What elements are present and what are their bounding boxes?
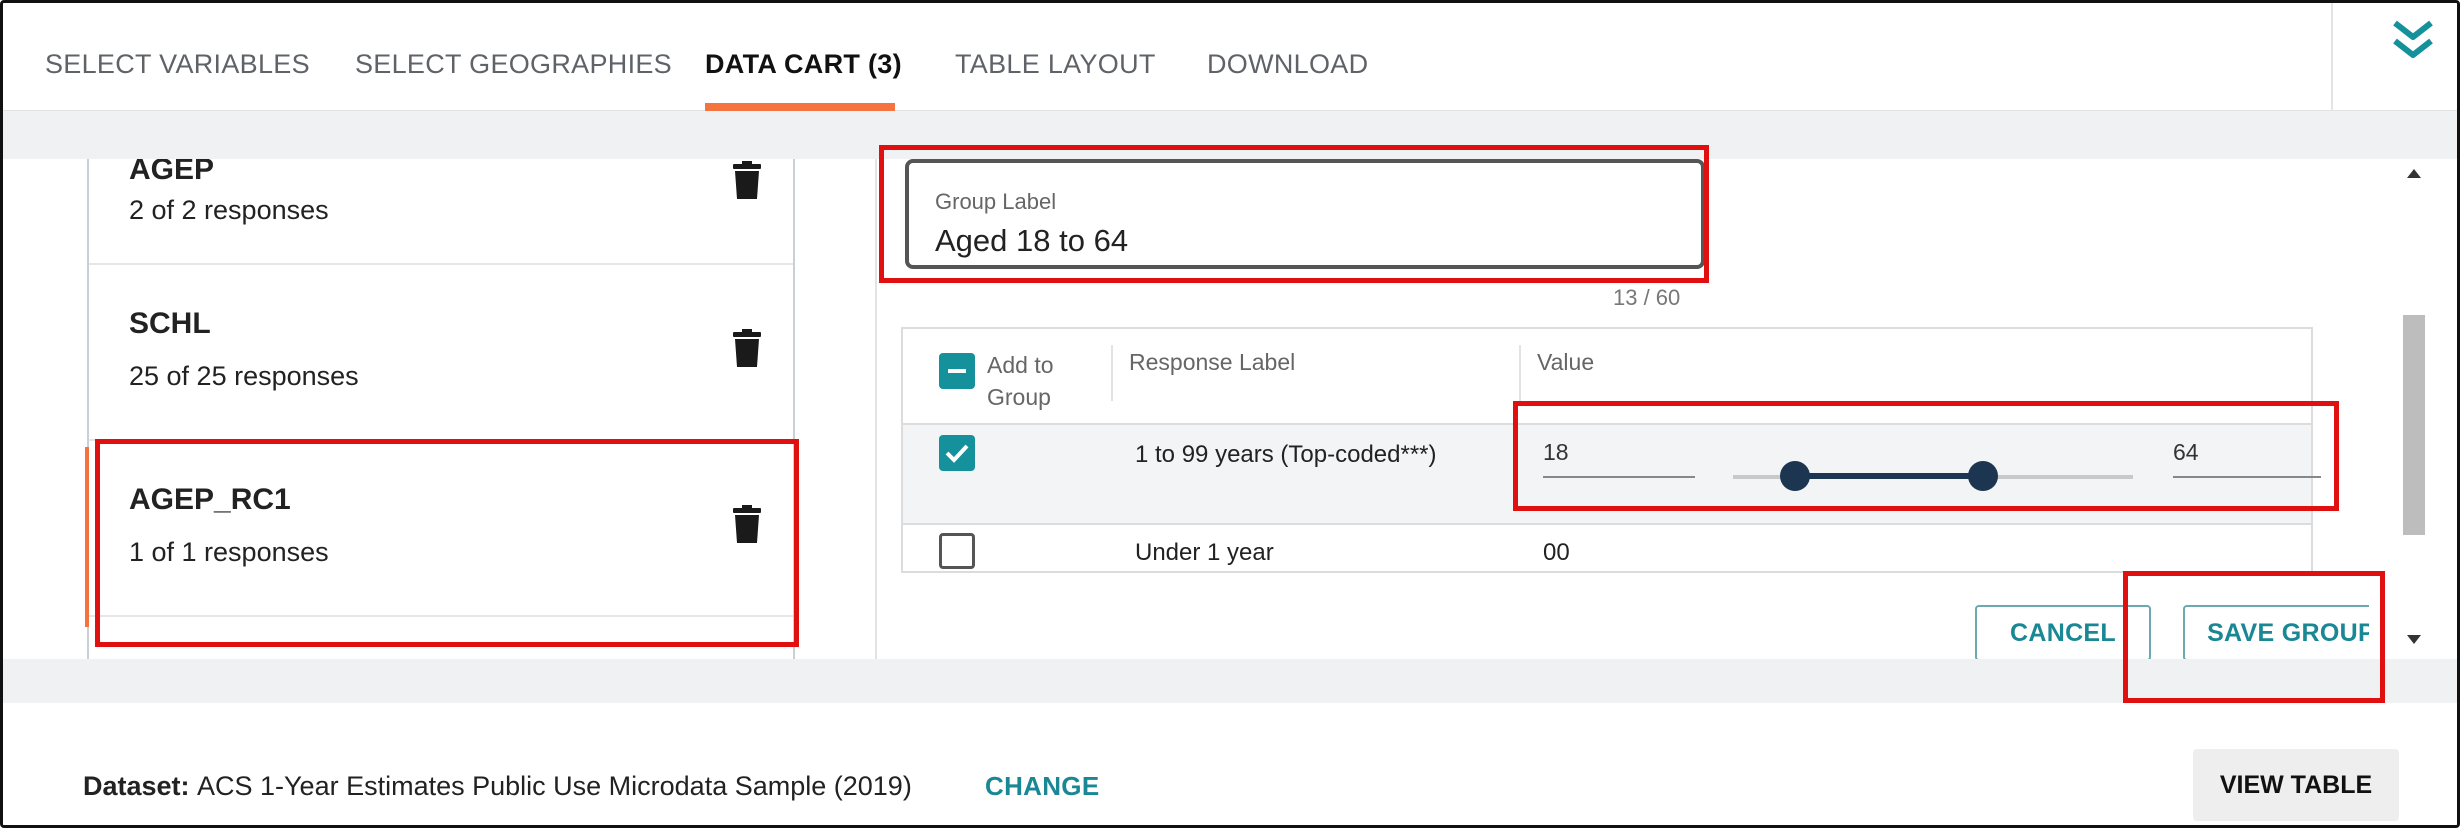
check-icon bbox=[945, 444, 969, 463]
cart-item-agep[interactable]: AGEP 2 of 2 responses bbox=[89, 159, 793, 265]
scroll-up-arrow-icon[interactable] bbox=[2407, 169, 2421, 178]
scrollbar[interactable] bbox=[2399, 159, 2429, 659]
response-label: Under 1 year bbox=[1135, 539, 1274, 566]
data-cart-panel: AGEP 2 of 2 responses SCHL 25 of 25 resp… bbox=[47, 159, 2369, 659]
double-chevron-down-icon[interactable] bbox=[2389, 19, 2437, 63]
range-slider-fill bbox=[1795, 473, 1983, 479]
response-count: 1 of 1 responses bbox=[129, 537, 329, 567]
dataset-label: Dataset: bbox=[83, 771, 190, 801]
tab-data-cart[interactable]: DATA CART (3) bbox=[705, 49, 902, 80]
column-header-response-label: Response Label bbox=[1129, 349, 1296, 375]
range-max-input[interactable]: 64 bbox=[2173, 439, 2321, 478]
variable-name: AGEP bbox=[129, 159, 215, 186]
column-header-add: Add to Group bbox=[987, 352, 1054, 410]
cart-variable-list: AGEP 2 of 2 responses SCHL 25 of 25 resp… bbox=[87, 159, 795, 659]
table-row: Under 1 year 00 bbox=[903, 527, 2311, 573]
response-label: 1 to 99 years (Top-coded***) bbox=[1135, 441, 1437, 468]
variable-name: AGEP_RC1 bbox=[129, 483, 291, 516]
column-header-value: Value bbox=[1537, 349, 1595, 375]
trash-icon[interactable] bbox=[733, 161, 761, 199]
column-separator bbox=[1519, 345, 1521, 401]
cart-item-agep-rc1[interactable]: AGEP_RC1 1 of 1 responses bbox=[89, 441, 793, 617]
tab-select-geographies[interactable]: SELECT GEOGRAPHIES bbox=[355, 49, 672, 80]
tab-download[interactable]: DOWNLOAD bbox=[1207, 49, 1368, 80]
app-window: SELECT VARIABLES SELECT GEOGRAPHIES DATA… bbox=[0, 0, 2460, 828]
group-label-input[interactable]: Aged 18 to 64 bbox=[935, 223, 1128, 259]
tab-table-layout[interactable]: TABLE LAYOUT bbox=[955, 49, 1156, 80]
range-slider-max-handle[interactable] bbox=[1968, 461, 1998, 491]
response-table: Add to Group Response Label Value 1 to 9… bbox=[901, 327, 2321, 573]
trash-icon[interactable] bbox=[733, 505, 761, 543]
group-label-field[interactable]: Group Label Aged 18 to 64 bbox=[905, 159, 1705, 269]
trash-icon[interactable] bbox=[733, 329, 761, 367]
tab-select-variables[interactable]: SELECT VARIABLES bbox=[45, 49, 310, 80]
range-min-input[interactable]: 18 bbox=[1543, 439, 1695, 478]
save-group-button[interactable]: SAVE GROUP bbox=[2183, 605, 2369, 659]
select-all-checkbox[interactable] bbox=[939, 353, 975, 389]
scrollbar-thumb[interactable] bbox=[2403, 315, 2425, 535]
character-counter: 13 / 60 bbox=[1613, 285, 1681, 310]
nav-divider bbox=[2331, 3, 2333, 111]
section-spacer bbox=[3, 659, 2457, 703]
range-slider-min-handle[interactable] bbox=[1780, 461, 1810, 491]
section-spacer bbox=[3, 111, 2457, 159]
variable-name: SCHL bbox=[129, 307, 211, 340]
selected-item-indicator bbox=[85, 447, 89, 627]
response-count: 2 of 2 responses bbox=[129, 195, 329, 225]
dataset-name: ACS 1-Year Estimates Public Use Microdat… bbox=[197, 771, 912, 801]
minus-icon bbox=[948, 369, 966, 373]
response-count: 25 of 25 responses bbox=[129, 361, 359, 391]
row-checkbox[interactable] bbox=[939, 435, 975, 471]
cart-item-schl[interactable]: SCHL 25 of 25 responses bbox=[89, 265, 793, 441]
scroll-down-arrow-icon[interactable] bbox=[2407, 635, 2421, 644]
cancel-button[interactable]: CANCEL bbox=[1975, 605, 2151, 659]
table-row: 1 to 99 years (Top-coded***) 18 64 bbox=[903, 425, 2321, 525]
column-separator bbox=[1111, 345, 1113, 401]
dataset-footer: Dataset: ACS 1-Year Estimates Public Use… bbox=[3, 703, 2457, 825]
response-value: 00 bbox=[1543, 539, 1570, 566]
change-dataset-link[interactable]: CHANGE bbox=[985, 771, 1099, 802]
row-checkbox[interactable] bbox=[939, 533, 975, 569]
active-tab-indicator bbox=[705, 103, 895, 111]
group-label-caption: Group Label bbox=[935, 189, 1057, 214]
top-nav: SELECT VARIABLES SELECT GEOGRAPHIES DATA… bbox=[3, 3, 2457, 111]
group-editor: Group Label Aged 18 to 64 13 / 60 Add to… bbox=[875, 159, 2369, 659]
table-header: Add to Group Response Label Value bbox=[903, 329, 2311, 425]
view-table-button[interactable]: VIEW TABLE bbox=[2193, 749, 2399, 821]
